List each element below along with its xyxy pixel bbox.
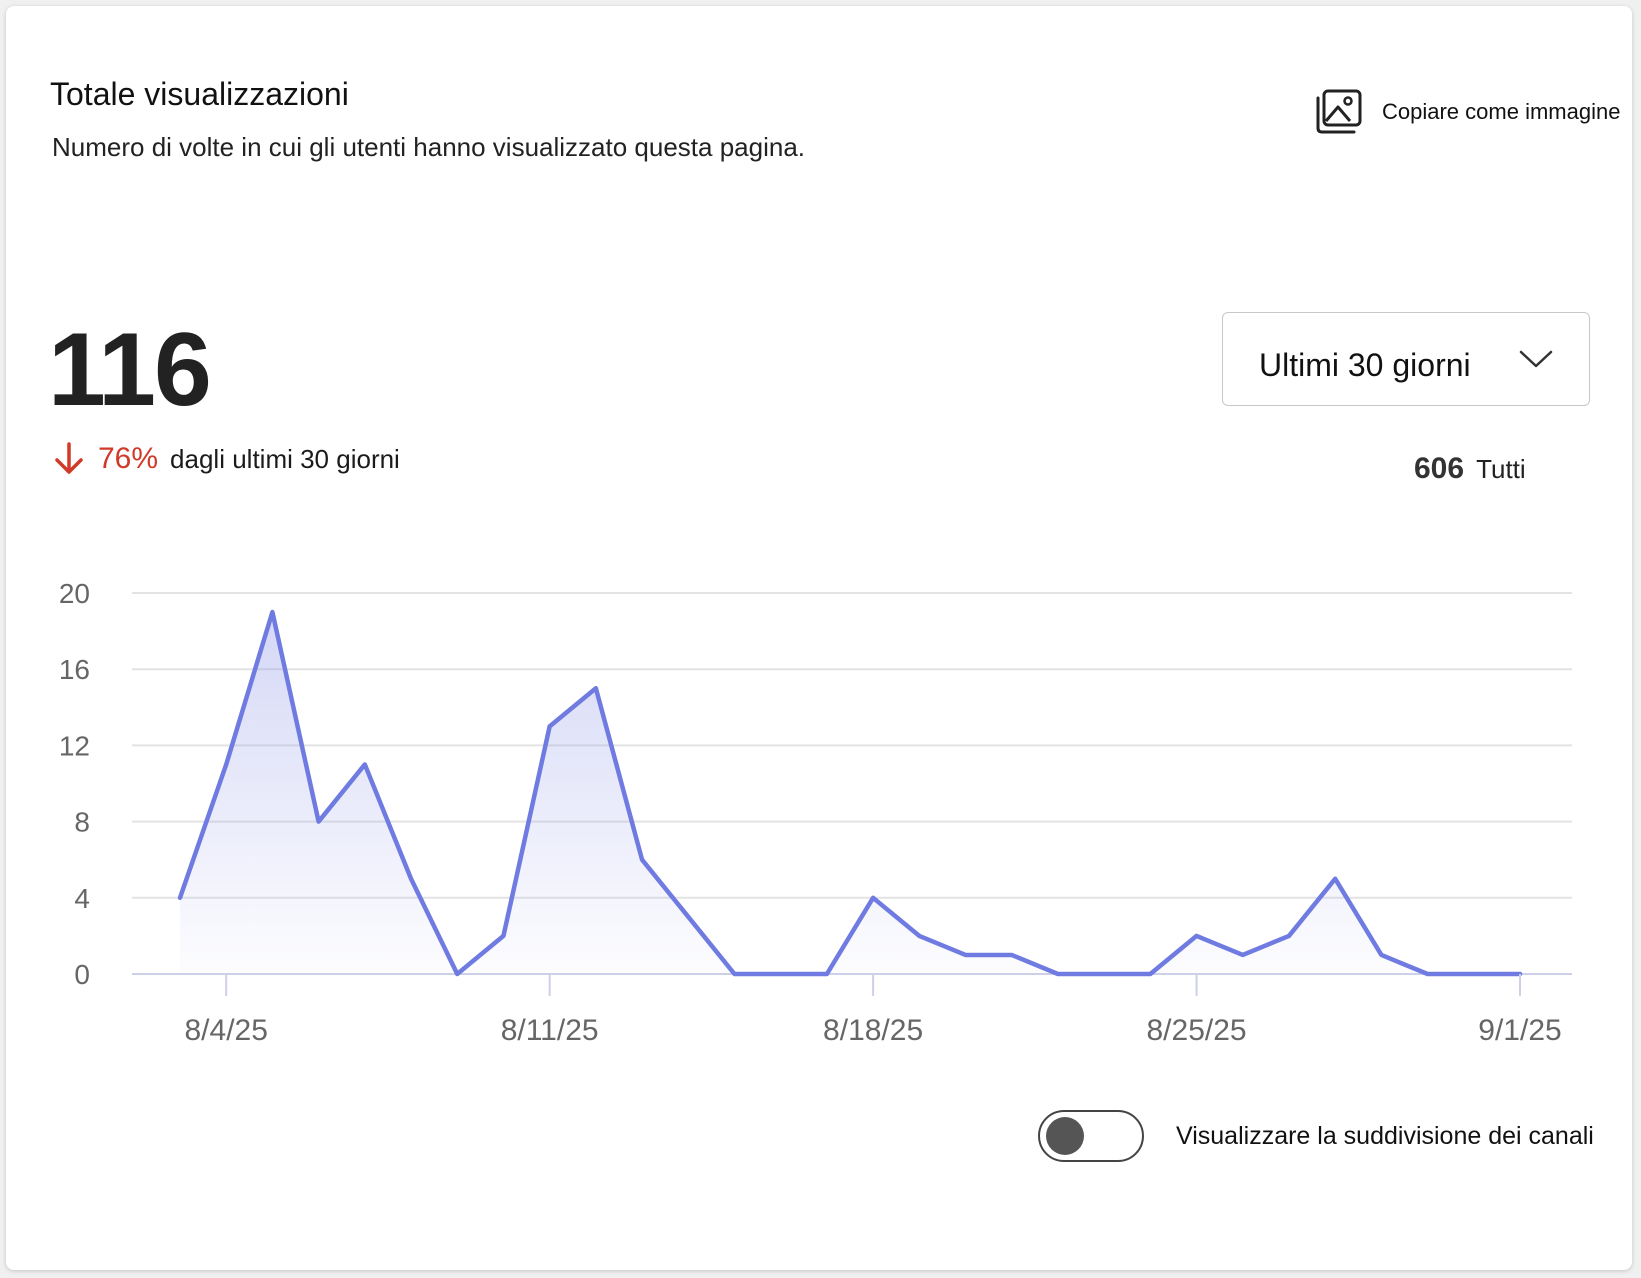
toggle-knob [1046, 1117, 1084, 1155]
y-tick-label: 8 [74, 807, 90, 838]
data-point[interactable] [681, 910, 695, 924]
y-tick-label: 20 [59, 578, 90, 609]
data-point[interactable] [1097, 967, 1111, 981]
data-point[interactable] [589, 681, 603, 695]
views-card: Totale visualizzazioni Numero di volte i… [6, 6, 1632, 1270]
data-point[interactable] [543, 719, 557, 733]
y-tick-label: 0 [74, 959, 90, 990]
data-point[interactable] [1467, 967, 1481, 981]
views-area-fill [180, 612, 1520, 974]
data-point[interactable] [1051, 967, 1065, 981]
channel-breakdown-toggle[interactable] [1038, 1110, 1144, 1162]
data-point[interactable] [173, 891, 187, 905]
data-point[interactable] [265, 605, 279, 619]
data-point[interactable] [1236, 948, 1250, 962]
data-point[interactable] [404, 872, 418, 886]
data-point[interactable] [727, 967, 741, 981]
data-point[interactable] [1282, 929, 1296, 943]
data-point[interactable] [450, 967, 464, 981]
data-point[interactable] [959, 948, 973, 962]
views-area-chart: 0 4 8 12 16 20 8/4/25 8/11/25 8/18/25 8/25/25 9/1/… [59, 578, 1572, 1047]
y-tick-label: 16 [59, 654, 90, 685]
x-tick-label: 8/18/25 [823, 1014, 923, 1047]
data-point[interactable] [1190, 929, 1204, 943]
data-point[interactable] [1005, 948, 1019, 962]
data-point[interactable] [912, 929, 926, 943]
data-point[interactable] [1328, 872, 1342, 886]
data-point[interactable] [1143, 967, 1157, 981]
x-tick-label: 8/4/25 [184, 1014, 267, 1047]
channel-breakdown-label: Visualizzare la suddivisione dei canali [1176, 1121, 1594, 1150]
data-point[interactable] [312, 815, 326, 829]
data-point[interactable] [358, 757, 372, 771]
data-point[interactable] [1374, 948, 1388, 962]
data-point[interactable] [1421, 967, 1435, 981]
data-point[interactable] [219, 757, 233, 771]
data-point[interactable] [866, 891, 880, 905]
data-point[interactable] [774, 967, 788, 981]
channel-breakdown-toggle-row: Visualizzare la suddivisione dei canali [1038, 1110, 1594, 1162]
y-tick-label: 12 [59, 730, 90, 761]
x-tick-label: 8/11/25 [501, 1014, 599, 1047]
data-point[interactable] [820, 967, 834, 981]
data-point[interactable] [635, 853, 649, 867]
data-point[interactable] [496, 929, 510, 943]
x-tick-label: 8/25/25 [1147, 1014, 1247, 1047]
x-tick-label: 9/1/25 [1478, 1014, 1561, 1047]
y-tick-label: 4 [74, 883, 90, 914]
